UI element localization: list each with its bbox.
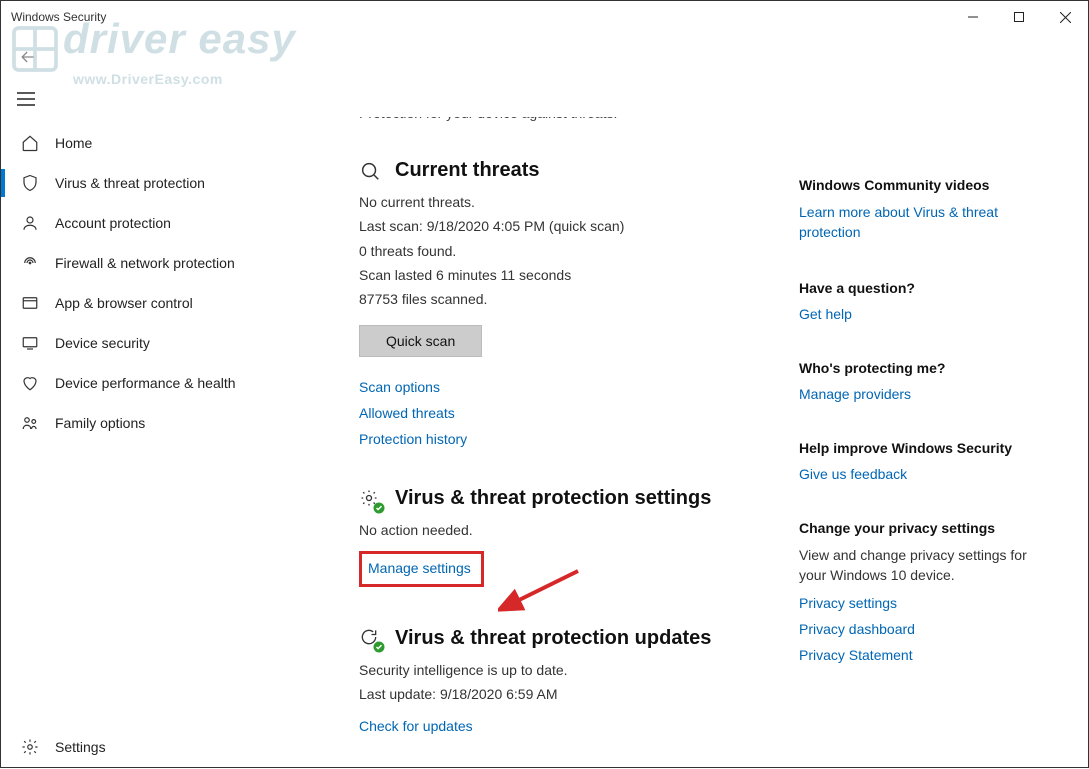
sidebar-item-device-security[interactable]: Device security <box>1 323 329 363</box>
sidebar-item-label: Virus & threat protection <box>55 175 205 191</box>
threats-found: 0 threats found. <box>359 241 799 261</box>
link-scan-options[interactable]: Scan options <box>359 379 799 395</box>
titlebar: Windows Security <box>1 1 1088 33</box>
maximize-button[interactable] <box>996 1 1042 33</box>
side-heading: Windows Community videos <box>799 177 1049 193</box>
side-improve: Help improve Windows Security Give us fe… <box>799 440 1049 482</box>
sidebar-item-label: Device security <box>55 335 150 351</box>
link-allowed-threats[interactable]: Allowed threats <box>359 405 799 421</box>
link-privacy-dashboard[interactable]: Privacy dashboard <box>799 621 1049 637</box>
section-current-threats: Current threats No current threats. Last… <box>359 159 799 447</box>
last-scan: Last scan: 9/18/2020 4:05 PM (quick scan… <box>359 216 799 236</box>
sidebar-item-label: Home <box>55 135 92 151</box>
sidebar-item-settings[interactable]: Settings <box>1 727 329 767</box>
hamburger-row <box>1 81 1088 117</box>
side-heading: Help improve Windows Security <box>799 440 1049 456</box>
menu-icon[interactable] <box>17 92 35 106</box>
sidebar-item-label: App & browser control <box>55 295 193 311</box>
updates-last: Last update: 9/18/2020 6:59 AM <box>359 684 799 704</box>
side-column: Windows Community videos Learn more abou… <box>799 117 1049 769</box>
sidebar-item-virus-threat[interactable]: Virus & threat protection <box>1 163 329 203</box>
link-manage-settings[interactable]: Manage settings <box>368 560 471 576</box>
scan-duration: Scan lasted 6 minutes 11 seconds <box>359 265 799 285</box>
link-check-updates[interactable]: Check for updates <box>359 718 799 734</box>
section-heading: Virus & threat protection updates <box>395 627 711 650</box>
link-community[interactable]: Learn more about Virus & threat protecti… <box>799 203 1049 242</box>
section-vtp-settings: Virus & threat protection settings No ac… <box>359 487 799 586</box>
person-icon <box>19 212 41 234</box>
side-privacy: Change your privacy settings View and ch… <box>799 520 1049 663</box>
files-scanned: 87753 files scanned. <box>359 289 799 309</box>
side-heading: Change your privacy settings <box>799 520 1049 536</box>
home-icon <box>19 132 41 154</box>
link-privacy-statement[interactable]: Privacy Statement <box>799 647 1049 663</box>
scan-icon <box>359 160 381 182</box>
header <box>1 33 1088 81</box>
side-heading: Who's protecting me? <box>799 360 1049 376</box>
content-scroll[interactable]: Virus & threat protection Protection for… <box>329 117 1088 769</box>
main-column: Virus & threat protection Protection for… <box>359 117 799 769</box>
close-button[interactable] <box>1042 1 1088 33</box>
section-heading: Current threats <box>395 159 539 182</box>
section-heading: Virus & threat protection settings <box>395 487 711 510</box>
gear-icon <box>19 736 41 758</box>
threats-status: No current threats. <box>359 192 799 212</box>
window-title: Windows Security <box>11 10 106 24</box>
gear-check-icon <box>359 488 381 510</box>
quick-scan-button[interactable]: Quick scan <box>359 325 482 357</box>
antenna-icon <box>19 252 41 274</box>
link-manage-providers[interactable]: Manage providers <box>799 386 1049 402</box>
sidebar-item-family[interactable]: Family options <box>1 403 329 443</box>
sidebar-item-label: Firewall & network protection <box>55 255 235 271</box>
side-heading: Have a question? <box>799 280 1049 296</box>
settings-status: No action needed. <box>359 520 799 540</box>
sidebar: Home Virus & threat protection Account p… <box>1 117 329 769</box>
shield-icon <box>19 172 41 194</box>
sidebar-item-home[interactable]: Home <box>1 123 329 163</box>
device-icon <box>19 332 41 354</box>
side-community: Windows Community videos Learn more abou… <box>799 177 1049 242</box>
page-subtitle: Protection for your device against threa… <box>359 117 799 121</box>
sidebar-item-performance[interactable]: Device performance & health <box>1 363 329 403</box>
sidebar-item-label: Device performance & health <box>55 375 236 391</box>
highlight-box: Manage settings <box>359 551 484 587</box>
privacy-text: View and change privacy settings for you… <box>799 546 1049 585</box>
side-protecting: Who's protecting me? Manage providers <box>799 360 1049 402</box>
sidebar-item-label: Family options <box>55 415 145 431</box>
sidebar-item-account[interactable]: Account protection <box>1 203 329 243</box>
updates-status: Security intelligence is up to date. <box>359 660 799 680</box>
back-button[interactable] <box>13 42 43 72</box>
sidebar-item-firewall[interactable]: Firewall & network protection <box>1 243 329 283</box>
refresh-check-icon <box>359 627 381 649</box>
side-question: Have a question? Get help <box>799 280 1049 322</box>
minimize-button[interactable] <box>950 1 996 33</box>
link-get-help[interactable]: Get help <box>799 306 1049 322</box>
link-protection-history[interactable]: Protection history <box>359 431 799 447</box>
link-privacy-settings[interactable]: Privacy settings <box>799 595 1049 611</box>
family-icon <box>19 412 41 434</box>
sidebar-item-app-browser[interactable]: App & browser control <box>1 283 329 323</box>
link-feedback[interactable]: Give us feedback <box>799 466 1049 482</box>
heart-icon <box>19 372 41 394</box>
sidebar-item-label: Settings <box>55 739 106 755</box>
window-icon <box>19 292 41 314</box>
sidebar-item-label: Account protection <box>55 215 171 231</box>
section-vtp-updates: Virus & threat protection updates Securi… <box>359 627 799 735</box>
